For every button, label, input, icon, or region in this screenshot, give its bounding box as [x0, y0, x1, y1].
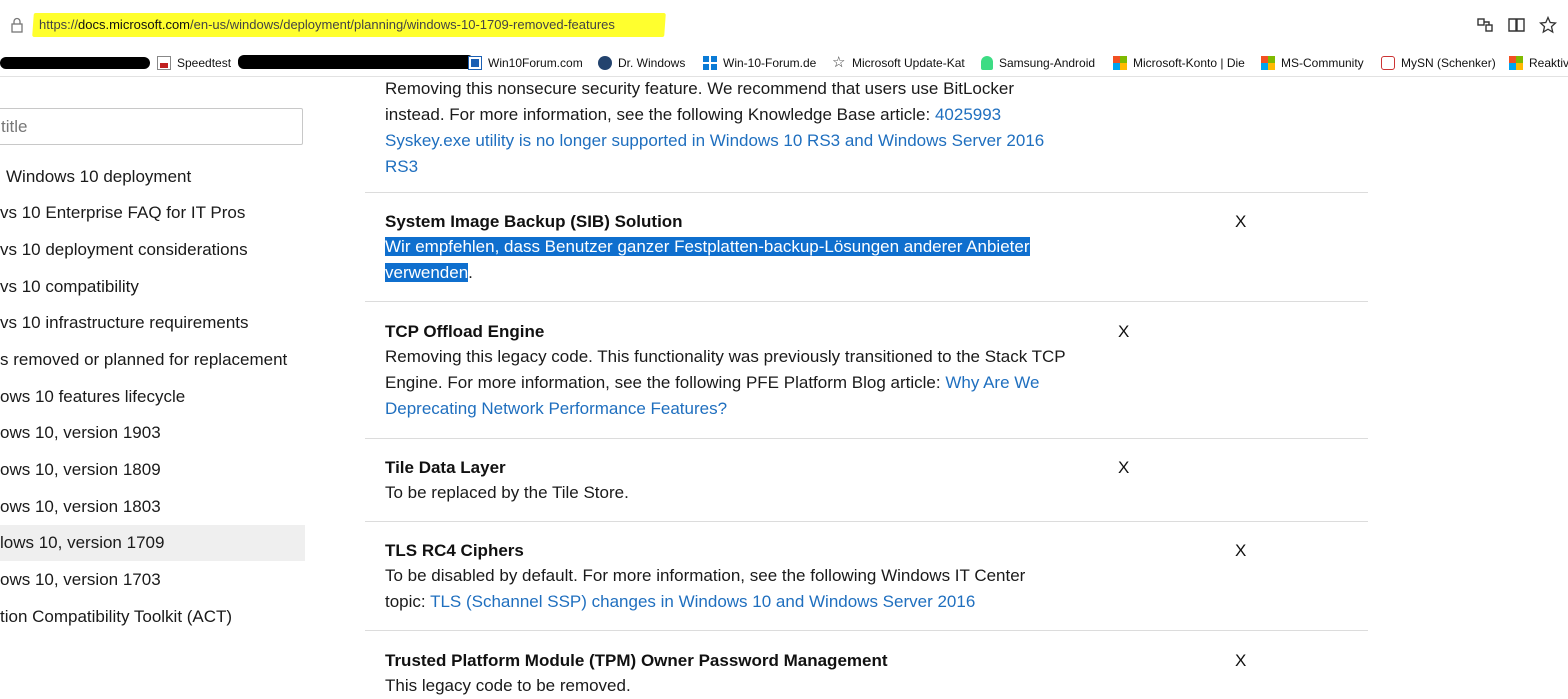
- tls-changes-link[interactable]: TLS (Schannel SSP) changes in Windows 10…: [430, 592, 975, 611]
- description-text: instead. For more information, see the f…: [385, 105, 935, 124]
- toc-filter[interactable]: [0, 108, 303, 145]
- favorite-label: MySN (Schenker): [1401, 56, 1496, 70]
- toc-item[interactable]: ows 10, version 1809: [0, 452, 305, 488]
- speedtest-icon: [157, 56, 171, 70]
- syskey-article-link[interactable]: Syskey.exe utility is no longer supporte…: [385, 131, 1044, 150]
- description-line: instead. For more information, see the f…: [385, 102, 1044, 128]
- toc-item-active[interactable]: lows 10, version 1709: [0, 525, 305, 561]
- toc-item[interactable]: s removed or planned for replacement: [0, 342, 305, 378]
- sidebar-toc: Windows 10 deployment vs 10 Enterprise F…: [0, 77, 320, 686]
- table-row-tpm: Trusted Platform Module (TPM) Owner Pass…: [365, 631, 1368, 695]
- description-line: Removing this nonsecure security feature…: [385, 79, 1014, 98]
- favorite-mysn[interactable]: MySN (Schenker): [1381, 54, 1496, 72]
- favorite-label: Speedtest: [177, 56, 232, 70]
- feature-description: Removing this legacy code. This function…: [385, 344, 1066, 422]
- feature-description: To be disabled by default. For more info…: [385, 563, 1025, 615]
- features-table: Removing this nonsecure security feature…: [365, 77, 1368, 695]
- url-path: /en-us/windows/deployment/planning/windo…: [190, 17, 615, 32]
- feature-title: System Image Backup (SIB) Solution: [385, 212, 683, 231]
- feature-title: TCP Offload Engine: [385, 322, 545, 341]
- feature-title: TLS RC4 Ciphers: [385, 541, 524, 560]
- feature-description: To be replaced by the Tile Store.: [385, 483, 629, 502]
- removed-mark: X: [1235, 541, 1247, 560]
- microsoft-logo-icon: [1509, 56, 1523, 70]
- toc-item[interactable]: ows 10, version 1703: [0, 562, 305, 598]
- url-prefix: https://: [39, 17, 79, 32]
- removed-mark: X: [1235, 651, 1247, 670]
- deprecated-mark: X: [1118, 322, 1130, 341]
- lock-icon: [11, 17, 23, 33]
- table-row-tls-rc4: TLS RC4 Ciphers To be disabled by defaul…: [365, 521, 1368, 631]
- feature-description: This legacy code to be removed.: [385, 676, 631, 695]
- url-host: docs.microsoft.com: [78, 17, 191, 32]
- toc-item[interactable]: tion Compatibility Toolkit (ACT): [0, 599, 305, 635]
- toc-item[interactable]: ows 10, version 1903: [0, 415, 305, 451]
- description-text: topic:: [385, 592, 431, 611]
- description-line: Engine. For more information, see the fo…: [385, 370, 1066, 396]
- toc-item[interactable]: vs 10 compatibility: [0, 269, 305, 305]
- favorite-star-icon[interactable]: [1539, 16, 1557, 34]
- kb-article-link[interactable]: 4025993: [935, 105, 1001, 124]
- toc-item[interactable]: vs 10 Enterprise FAQ for IT Pros: [0, 195, 305, 231]
- syskey-article-link-cont[interactable]: RS3: [385, 157, 418, 176]
- url-text[interactable]: https://docs.microsoft.com/en-us/windows…: [39, 17, 615, 32]
- deprecated-mark: X: [1118, 458, 1130, 477]
- redaction-scribble: [0, 57, 150, 69]
- toc-item[interactable]: Windows 10 deployment: [6, 159, 311, 195]
- toc-item[interactable]: ows 10, version 1803: [0, 489, 305, 525]
- table-row-tile-data-layer: Tile Data Layer To be replaced by the Ti…: [365, 438, 1368, 522]
- removed-mark: X: [1235, 212, 1247, 231]
- feature-title: Trusted Platform Module (TPM) Owner Pass…: [385, 651, 888, 670]
- favorite-label: Reaktiv: [1529, 56, 1568, 70]
- mysn-icon: [1381, 56, 1395, 70]
- table-row-syskey: Removing this nonsecure security feature…: [365, 67, 1368, 193]
- feature-description: Removing this nonsecure security feature…: [385, 76, 1044, 180]
- feature-description[interactable]: Wir empfehlen, dass Benutzer ganzer Fest…: [385, 234, 1030, 286]
- table-row-sib: System Image Backup (SIB) Solution Wir e…: [365, 192, 1368, 302]
- selected-text[interactable]: Wir empfehlen, dass Benutzer ganzer Fest…: [385, 237, 1030, 256]
- feature-title: Tile Data Layer: [385, 458, 506, 477]
- toc-item[interactable]: vs 10 infrastructure requirements: [0, 305, 305, 341]
- table-row-tcp-offload: TCP Offload Engine Removing this legacy …: [365, 302, 1368, 439]
- toc-item[interactable]: vs 10 deployment considerations: [0, 232, 305, 268]
- description-text: .: [468, 263, 473, 282]
- description-text: Engine. For more information, see the fo…: [385, 373, 946, 392]
- toc-item[interactable]: ows 10 features lifecycle: [0, 379, 305, 415]
- reading-view-icon[interactable]: [1508, 17, 1525, 33]
- toc-filter-input[interactable]: [0, 109, 291, 144]
- description-line: To be disabled by default. For more info…: [385, 566, 1026, 585]
- selected-text[interactable]: verwenden: [385, 263, 469, 282]
- favorite-reaktiv[interactable]: Reaktiv: [1509, 54, 1568, 72]
- sharing-icon[interactable]: [1476, 17, 1494, 33]
- address-bar[interactable]: https://docs.microsoft.com/en-us/windows…: [0, 0, 1568, 50]
- favorite-speedtest[interactable]: Speedtest: [157, 54, 231, 72]
- pfe-blog-link-cont[interactable]: Deprecating Network Performance Features…: [385, 399, 727, 418]
- pfe-blog-link[interactable]: Why Are We: [945, 373, 1039, 392]
- description-line: topic: TLS (Schannel SSP) changes in Win…: [385, 589, 1025, 615]
- description-line: Removing this legacy code. This function…: [385, 347, 1066, 366]
